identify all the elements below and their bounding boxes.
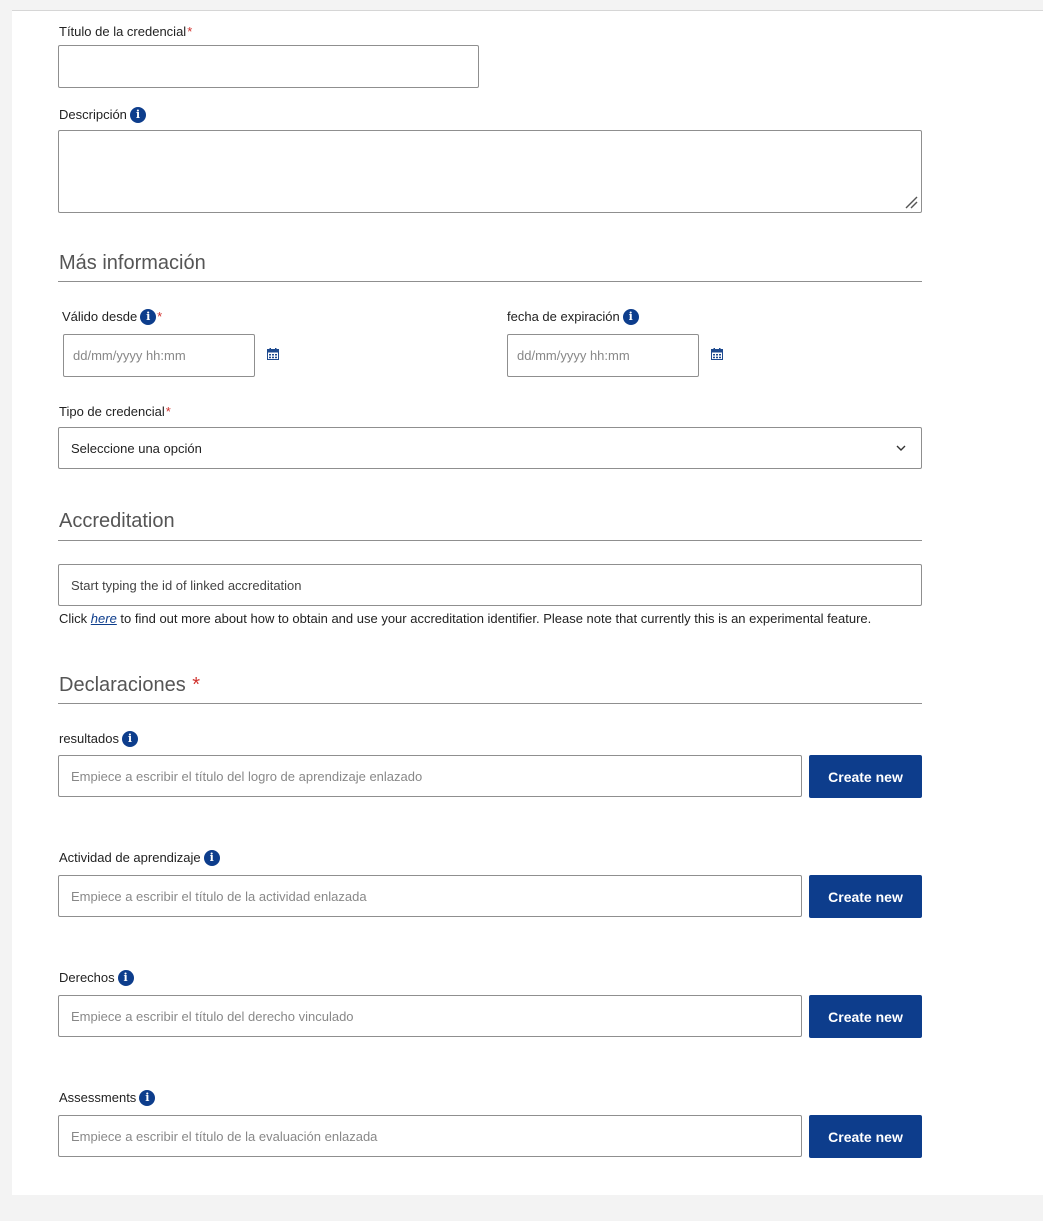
learning-activity-placeholder: Empiece a escribir el título de la activ… [71,889,367,904]
valid-from-placeholder: dd/mm/yyyy hh:mm [73,348,186,363]
accreditation-help-text: Click here to find out more about how to… [59,611,889,627]
info-icon[interactable]: i [121,731,138,747]
entitlements-placeholder: Empiece a escribir el título del derecho… [71,1009,354,1024]
credential-type-label: Tipo de credencial * [59,404,171,420]
valid-from-input[interactable]: dd/mm/yyyy hh:mm [63,334,255,377]
valid-from-label: Válido desde i * [62,309,162,325]
outcomes-placeholder: Empiece a escribir el título del logro d… [71,769,423,784]
assessments-input[interactable]: Empiece a escribir el título de la evalu… [58,1115,802,1157]
expiration-label: fecha de expiración i [507,309,639,325]
assessments-placeholder: Empiece a escribir el título de la evalu… [71,1129,378,1144]
claims-divider [58,703,922,704]
calendar-icon[interactable] [711,348,723,360]
credential-type-selected: Seleccione una opción [71,441,202,456]
credential-type-label-text: Tipo de credencial [59,404,165,419]
more-info-divider [58,281,922,282]
expiration-placeholder: dd/mm/yyyy hh:mm [517,348,630,363]
credential-form-page: Título de la credencial * Descripción i Má… [0,0,1043,1221]
entitlements-label-text: Derechos [59,970,115,985]
entitlements-label: Derechos i [59,970,134,986]
info-icon[interactable]: i [117,970,134,986]
info-icon[interactable]: i [129,107,146,123]
required-mark: * [165,404,171,419]
chevron-down-icon[interactable] [896,445,906,452]
help-suffix: to find out more about how to obtain and… [116,611,872,626]
required-mark: * [187,24,193,39]
info-icon[interactable]: i [203,850,220,866]
outcomes-input[interactable]: Empiece a escribir el título del logro d… [58,755,802,797]
create-new-outcome-button[interactable]: Create new [809,755,922,798]
create-new-activity-button[interactable]: Create new [809,875,922,918]
description-label: Descripción i [59,107,146,123]
credential-type-select[interactable]: Seleccione una opción [58,427,922,469]
outcomes-label-text: resultados [59,731,119,746]
valid-from-label-text: Válido desde [62,309,138,324]
help-prefix: Click [59,611,91,626]
accreditation-heading: Accreditation [59,510,175,532]
accreditation-divider [58,540,922,541]
resize-handle-icon[interactable] [904,195,918,209]
expiration-label-text: fecha de expiración [507,309,620,324]
claims-heading-text: Declaraciones [59,674,186,696]
learning-activity-label-text: Actividad de aprendizaje [59,850,201,865]
description-textarea[interactable] [58,130,922,213]
assessments-label: Assessments i [59,1090,156,1106]
info-icon[interactable]: i [622,309,639,325]
expiration-input[interactable]: dd/mm/yyyy hh:mm [507,334,699,377]
title-input[interactable] [58,45,479,88]
accreditation-placeholder: Start typing the id of linked accreditat… [71,578,302,593]
calendar-icon[interactable] [267,348,279,360]
entitlements-input[interactable]: Empiece a escribir el título del derecho… [58,995,802,1037]
info-icon[interactable]: i [139,1090,156,1106]
create-new-entitlement-button[interactable]: Create new [809,995,922,1038]
required-mark: * [157,309,163,324]
required-mark: * [192,674,201,696]
claims-heading: Declaraciones * [59,674,200,697]
accreditation-input[interactable]: Start typing the id of linked accreditat… [58,564,922,606]
title-label: Título de la credencial * [59,24,192,40]
info-icon[interactable]: i [140,309,157,325]
outcomes-label: resultados i [59,731,138,747]
more-info-heading: Más información [59,252,206,274]
learning-activity-label: Actividad de aprendizaje i [59,850,220,866]
create-new-assessment-button[interactable]: Create new [809,1115,922,1158]
description-label-text: Descripción [59,107,127,122]
help-link[interactable]: here [91,611,117,626]
learning-activity-input[interactable]: Empiece a escribir el título de la activ… [58,875,802,917]
title-label-text: Título de la credencial [59,24,187,39]
assessments-label-text: Assessments [59,1090,137,1105]
